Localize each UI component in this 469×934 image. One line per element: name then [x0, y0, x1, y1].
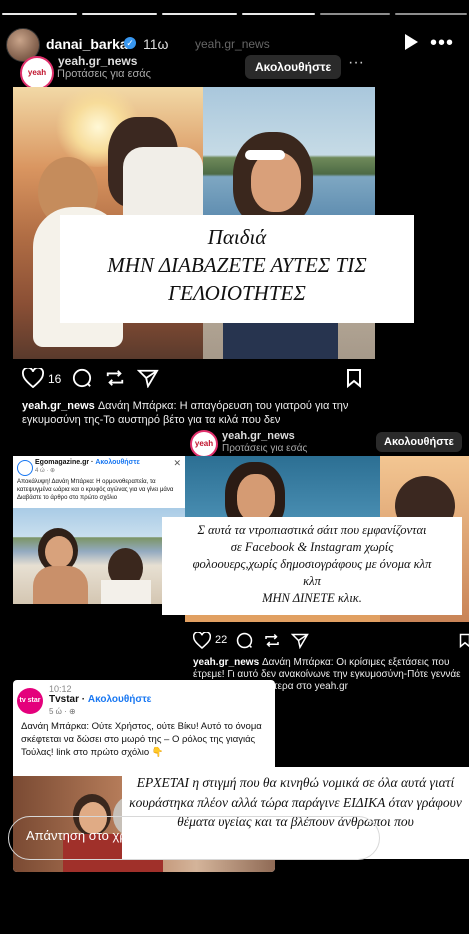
post2-overlay-text: Σ αυτά τα ντροπιαστικά σάιτ που εμφανίζο… — [162, 517, 462, 615]
verified-icon: ✓ — [124, 37, 136, 49]
egomagazine-text: Αποκάλυψη! Δανάη Μπάρκα: Η ορμονοθεραπεί… — [17, 479, 174, 501]
post2-like-count: 22 — [215, 634, 228, 646]
post1-follow-button[interactable]: Ακολουθήστε — [245, 55, 342, 79]
post1-like-count: 16 — [48, 372, 62, 386]
story-progress-1 — [2, 13, 77, 15]
post1-subtitle: Προτάσεις για εσάς — [57, 68, 151, 80]
post1-username[interactable]: yeah.gr_news — [58, 54, 137, 68]
post1-caption: yeah.gr_news Δανάη Μπάρκα: Η απαγόρευση … — [22, 399, 367, 427]
comment-icon[interactable] — [72, 368, 92, 388]
reply-placeholder: Απάντηση στο χρήστη danai_barka... — [26, 828, 241, 843]
more-options-icon[interactable]: ••• — [430, 32, 454, 55]
post1-caption-user[interactable]: yeah.gr_news — [22, 400, 95, 412]
story-progress-2 — [82, 13, 157, 15]
story-progress-6 — [395, 13, 467, 15]
post2-bookmark-icon[interactable] — [459, 632, 469, 649]
story-progress-5 — [320, 13, 390, 15]
post2-share-icon[interactable] — [291, 632, 309, 649]
story-share-icon[interactable] — [437, 826, 463, 849]
story-username[interactable]: danai_barka — [46, 36, 128, 52]
post2-subtitle: Προτάσεις για εσάς — [222, 443, 308, 454]
close-icon[interactable]: ✕ — [173, 458, 181, 469]
post2-comment-icon[interactable] — [236, 632, 253, 649]
story-faded-text: yeah.gr_news — [195, 37, 270, 51]
story-like-heart-icon[interactable] — [397, 826, 423, 849]
like-heart-icon[interactable] — [22, 368, 44, 388]
post2-repost-icon[interactable] — [263, 632, 281, 649]
tvstar-time: 5 ώ · ⊕ — [49, 707, 76, 716]
bookmark-icon[interactable] — [346, 368, 362, 388]
share-icon[interactable] — [137, 368, 159, 388]
post2-username[interactable]: yeah.gr_news — [222, 430, 295, 442]
egomagazine-photo — [13, 508, 185, 604]
egomagazine-logo — [17, 460, 33, 476]
tvstar-text: Δανάη Μπάρκα: Ούτε Χρήστος, ούτε Βίκυ! Α… — [21, 721, 262, 758]
tvstar-header: Tvstar · Ακολουθήστε — [49, 694, 152, 705]
post2-like-heart-icon[interactable] — [193, 632, 211, 649]
post1-more-icon[interactable]: ··· — [348, 54, 364, 72]
post2-caption-user[interactable]: yeah.gr_news — [193, 657, 259, 668]
post1-overlay-text: Παιδιά ΜΗΝ ΔΙΑΒΑΖΕΤΕ ΑΥΤΕΣ ΤΙΣ ΓΕΛΟΙΟΤΗΤ… — [60, 215, 414, 323]
tvstar-logo: tv star — [17, 688, 43, 714]
story-progress-3 — [162, 13, 237, 15]
story-age: 11ω — [143, 36, 169, 52]
repost-icon[interactable] — [104, 368, 126, 388]
egomagazine-header: Egomagazine.gr · Ακολουθήστε — [35, 459, 140, 466]
egomagazine-time: 4 ώ · ⊕ — [35, 468, 56, 474]
tvstar-clock: 10:12 — [49, 684, 72, 694]
play-icon[interactable] — [405, 34, 418, 50]
post2-avatar[interactable]: yeah — [190, 430, 218, 458]
egomagazine-card: Egomagazine.gr · Ακολουθήστε 4 ώ · ⊕ ✕ Α… — [13, 456, 185, 604]
post2-follow-button[interactable]: Ακολουθήστε — [376, 432, 462, 452]
story-progress-4 — [242, 13, 315, 15]
post1-avatar[interactable]: yeah — [20, 56, 54, 90]
